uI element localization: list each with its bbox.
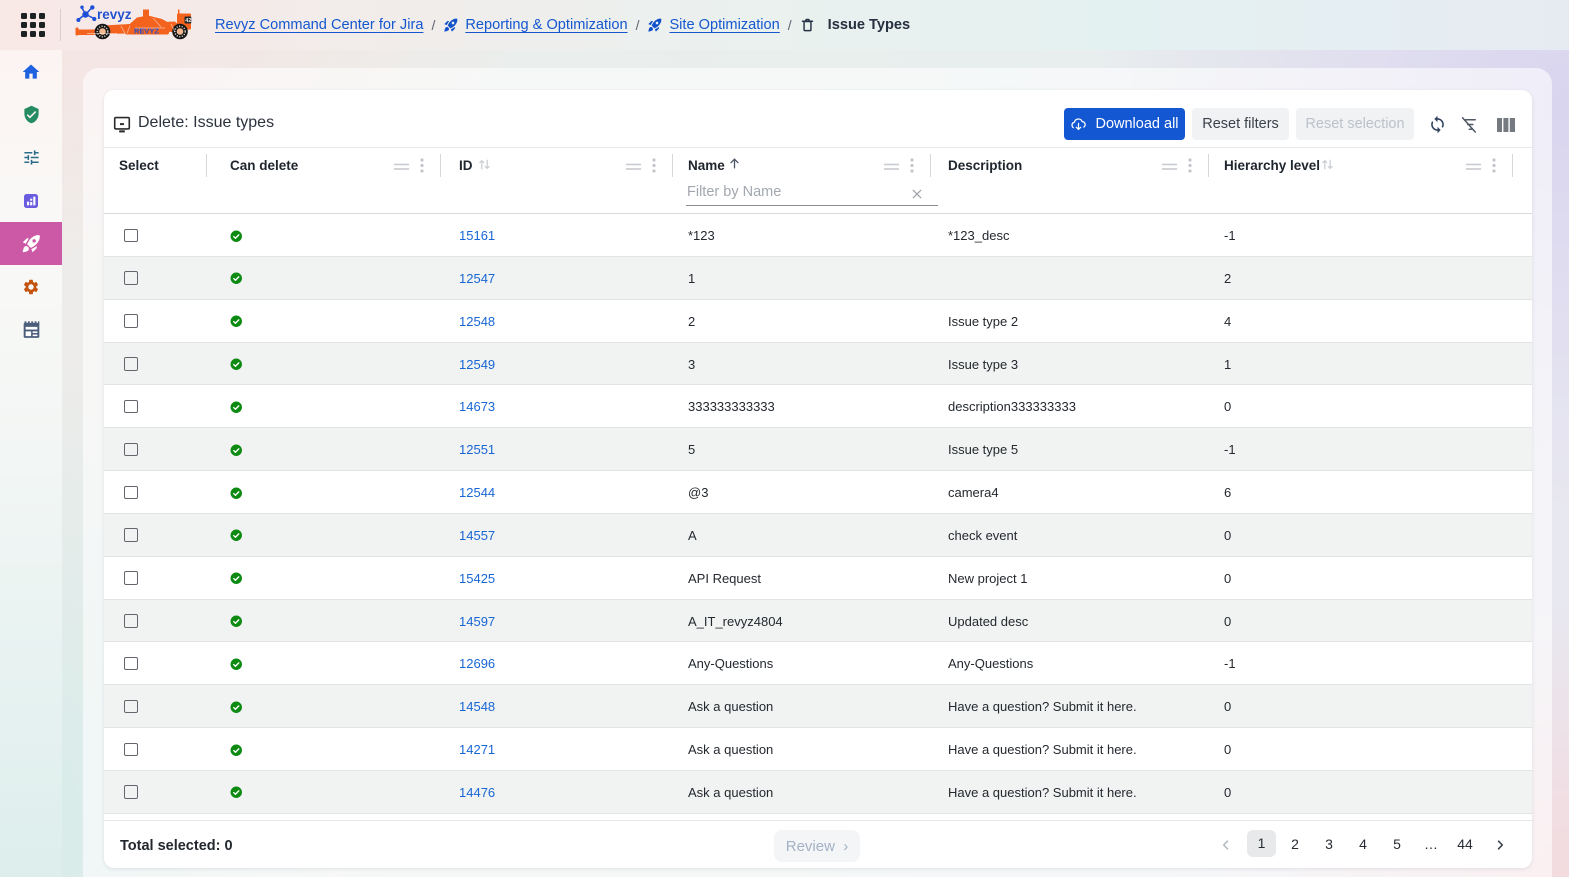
svg-text:42: 42	[185, 18, 191, 24]
svg-text:revyz: revyz	[97, 7, 132, 22]
svg-text:REVYZ: REVYZ	[134, 27, 159, 36]
